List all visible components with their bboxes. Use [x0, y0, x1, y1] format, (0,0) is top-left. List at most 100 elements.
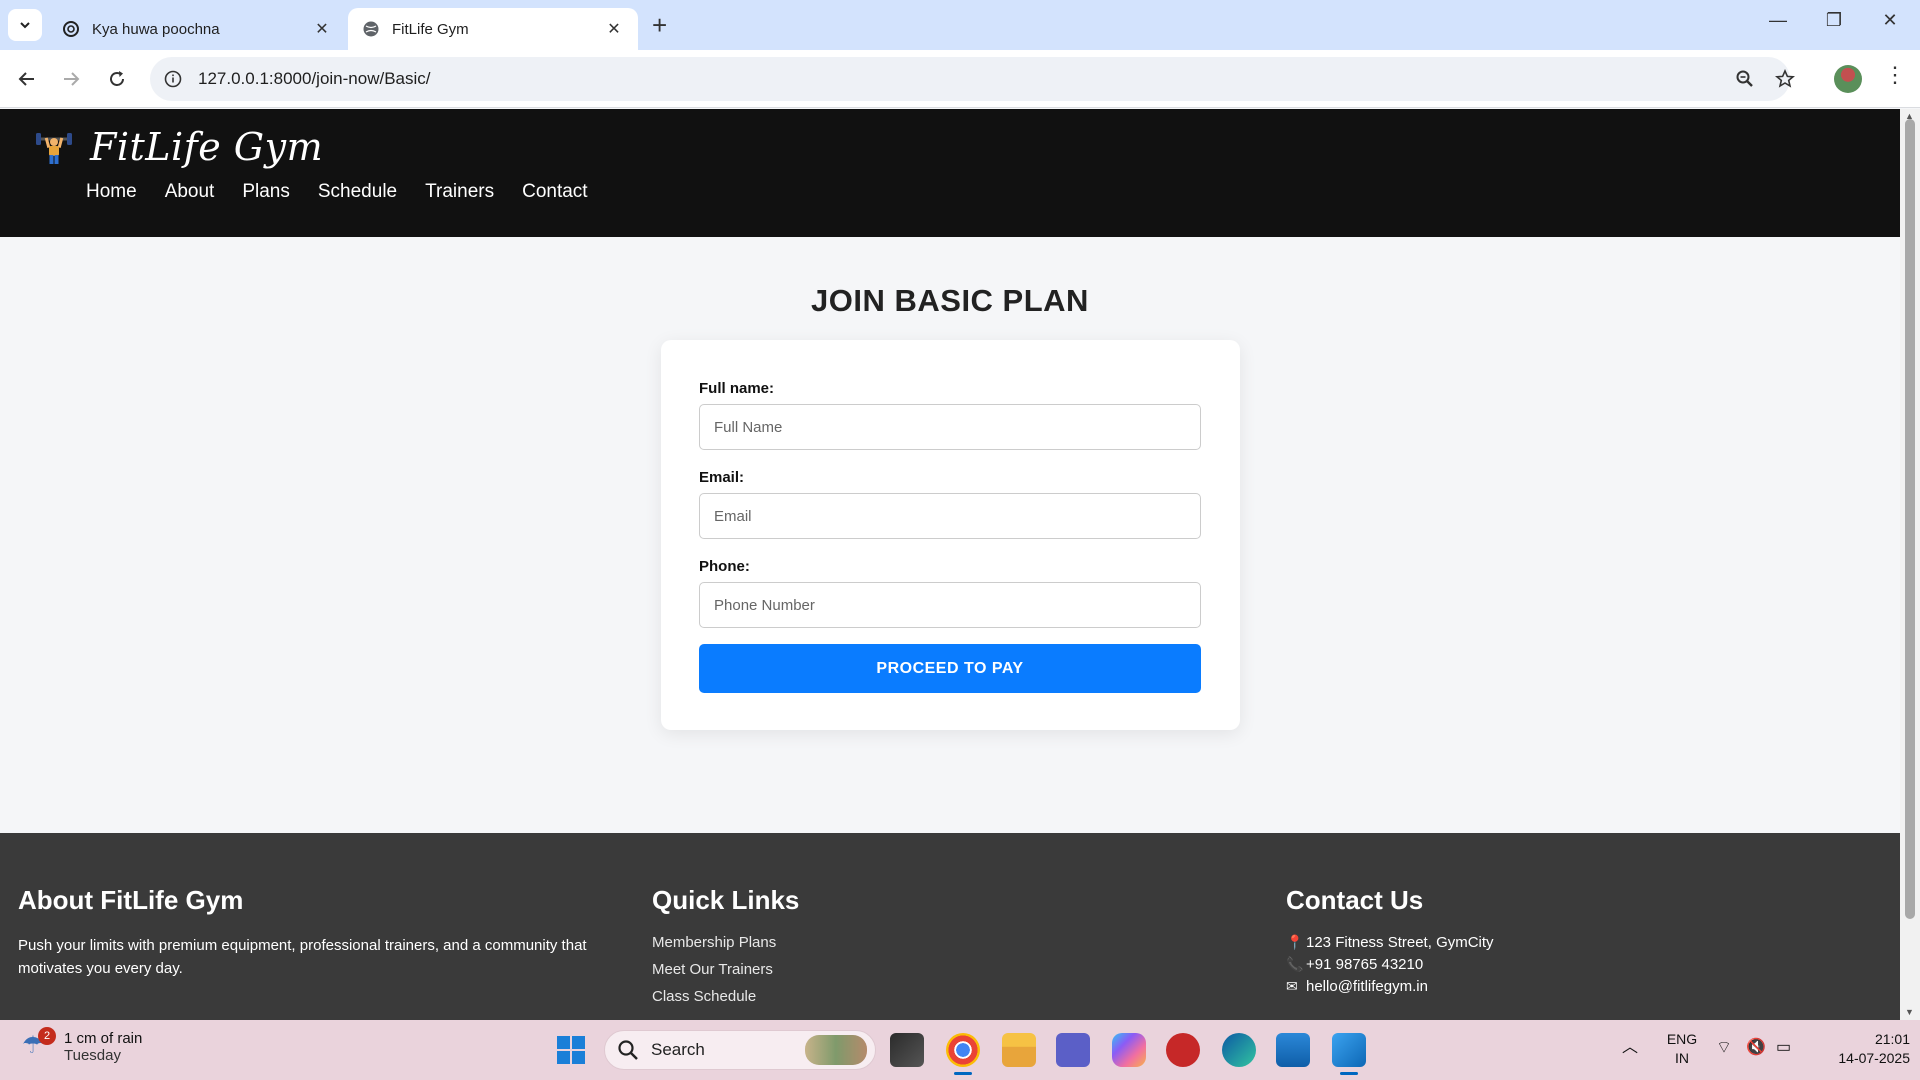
- volume-muted-icon[interactable]: 🔇: [1746, 1038, 1766, 1057]
- wifi-icon[interactable]: ⌔: [1716, 1038, 1732, 1057]
- reload-button[interactable]: [102, 64, 132, 94]
- contact-email: ✉ hello@fitlifegym.in: [1286, 978, 1686, 995]
- footer-link-meet-trainers[interactable]: Meet Our Trainers: [652, 961, 1052, 978]
- site-logo[interactable]: FitLife Gym: [34, 125, 323, 169]
- task-view-icon[interactable]: [890, 1033, 924, 1067]
- footer-contact: Contact Us 📍 123 Fitness Street, GymCity…: [1286, 885, 1686, 1000]
- minimize-icon[interactable]: —: [1758, 10, 1798, 31]
- phone-input[interactable]: [699, 582, 1201, 628]
- chevron-down-icon: [20, 22, 30, 29]
- system-clock[interactable]: 21:01 14-07-2025: [1810, 1030, 1910, 1068]
- browser-tab-strip: Kya huwa poochna ✕ FitLife Gym ✕ + — ❐ ✕: [0, 0, 1920, 50]
- footer-quick-links: Quick Links Membership Plans Meet Our Tr…: [652, 885, 1052, 1015]
- envelope-icon: ✉: [1286, 978, 1298, 994]
- nav-home[interactable]: Home: [86, 181, 137, 203]
- page-scrollbar[interactable]: ▲ ▼: [1900, 109, 1920, 1020]
- nav-schedule[interactable]: Schedule: [318, 181, 397, 203]
- restore-icon[interactable]: ❐: [1814, 10, 1854, 31]
- taskbar-search[interactable]: Search: [604, 1030, 876, 1070]
- weather-day: Tuesday: [64, 1047, 121, 1064]
- join-form: Full name: Email: Phone: PROCEED TO PAY: [661, 340, 1240, 730]
- full-name-input[interactable]: [699, 404, 1201, 450]
- bookmark-button[interactable]: [1770, 64, 1800, 94]
- openai-favicon-icon: [63, 21, 79, 37]
- footer-about-heading: About FitLife Gym: [18, 885, 244, 915]
- contact-address-text: 123 Fitness Street, GymCity: [1306, 934, 1494, 951]
- url-text: 127.0.0.1:8000/join-now/Basic/: [198, 69, 431, 88]
- browser-menu-icon[interactable]: ⋮: [1884, 62, 1906, 88]
- email-input[interactable]: [699, 493, 1201, 539]
- phone-icon: 📞: [1286, 956, 1304, 972]
- site-header: FitLife Gym Home About Plans Schedule Tr…: [0, 109, 1900, 237]
- weightlifter-icon: [36, 133, 72, 164]
- map-pin-icon: 📍: [1286, 934, 1304, 950]
- footer-about: About FitLife Gym Push your limits with …: [18, 885, 608, 980]
- zoom-button[interactable]: [1730, 64, 1760, 94]
- contact-phone: 📞 +91 98765 43210: [1286, 956, 1686, 973]
- back-arrow-icon: [18, 72, 34, 86]
- language-region: IN: [1675, 1050, 1689, 1066]
- clock-time: 21:01: [1874, 1031, 1910, 1047]
- forward-button[interactable]: [56, 64, 86, 94]
- weather-condition: 1 cm of rain: [64, 1030, 143, 1047]
- browser-tab-active[interactable]: FitLife Gym ✕: [348, 8, 638, 50]
- microsoft-store-icon[interactable]: [1276, 1033, 1310, 1067]
- nav-trainers[interactable]: Trainers: [425, 181, 494, 203]
- battery-icon[interactable]: ▭: [1776, 1038, 1791, 1057]
- footer-links-heading: Quick Links: [652, 885, 800, 915]
- antivirus-icon[interactable]: [1166, 1033, 1200, 1067]
- tab-title: FitLife Gym: [392, 20, 469, 38]
- taskbar-search-label: Search: [651, 1040, 705, 1059]
- vscode-icon[interactable]: [1332, 1033, 1366, 1075]
- profile-avatar[interactable]: [1834, 65, 1862, 93]
- site-info-icon[interactable]: [164, 70, 182, 88]
- close-window-icon[interactable]: ✕: [1870, 10, 1910, 31]
- site-footer: About FitLife Gym Push your limits with …: [0, 833, 1900, 1020]
- file-explorer-icon[interactable]: [1002, 1033, 1036, 1067]
- nav-contact[interactable]: Contact: [522, 181, 587, 203]
- scrollbar-thumb[interactable]: [1905, 119, 1915, 919]
- contact-address: 📍 123 Fitness Street, GymCity: [1286, 934, 1686, 951]
- email-label: Email:: [699, 469, 745, 486]
- chrome-icon[interactable]: [946, 1033, 980, 1075]
- contact-email-text[interactable]: hello@fitlifegym.in: [1306, 978, 1428, 995]
- show-hidden-icons-chevron-icon[interactable]: ︿: [1622, 1038, 1638, 1057]
- clock-date: 14-07-2025: [1838, 1050, 1910, 1066]
- scroll-down-arrow-icon[interactable]: ▼: [1905, 1007, 1914, 1017]
- page-viewport: FitLife Gym Home About Plans Schedule Tr…: [0, 109, 1900, 1020]
- search-highlight-image: [805, 1035, 867, 1065]
- close-tab-icon[interactable]: ✕: [604, 19, 624, 39]
- main-nav: Home About Plans Schedule Trainers Conta…: [86, 181, 616, 203]
- edge-icon[interactable]: [1222, 1033, 1256, 1067]
- tab-search-button[interactable]: [8, 9, 42, 41]
- proceed-to-pay-button[interactable]: PROCEED TO PAY: [699, 644, 1201, 693]
- reload-icon: [110, 71, 124, 86]
- footer-link-class-schedule[interactable]: Class Schedule: [652, 988, 1052, 1005]
- browser-toolbar: 127.0.0.1:8000/join-now/Basic/ ⋮: [0, 50, 1920, 108]
- address-bar[interactable]: 127.0.0.1:8000/join-now/Basic/: [150, 57, 1790, 101]
- contact-phone-text: +91 98765 43210: [1306, 956, 1424, 973]
- tab-title: Kya huwa poochna: [92, 20, 220, 38]
- footer-about-text: Push your limits with premium equipment,…: [18, 937, 587, 977]
- nav-plans[interactable]: Plans: [242, 181, 290, 203]
- teams-icon[interactable]: [1056, 1033, 1090, 1067]
- full-name-label: Full name:: [699, 380, 775, 397]
- globe-icon: [363, 21, 379, 37]
- copilot-icon[interactable]: [1112, 1033, 1146, 1067]
- back-button[interactable]: [12, 64, 42, 94]
- brand-name: FitLife Gym: [90, 125, 324, 169]
- new-tab-button[interactable]: +: [652, 10, 667, 40]
- nav-about[interactable]: About: [165, 181, 215, 203]
- weather-widget[interactable]: ☂ 2 1 cm of rain Tuesday: [22, 1027, 143, 1064]
- weather-badge: 2: [38, 1027, 56, 1045]
- browser-tab-inactive[interactable]: Kya huwa poochna ✕: [48, 8, 346, 50]
- search-icon: [618, 1040, 638, 1060]
- phone-label: Phone:: [699, 558, 750, 575]
- footer-contact-heading: Contact Us: [1286, 885, 1424, 915]
- star-icon: [1775, 69, 1795, 88]
- language-indicator[interactable]: ENG IN: [1662, 1030, 1702, 1068]
- windows-start-icon[interactable]: [556, 1035, 586, 1065]
- close-tab-icon[interactable]: ✕: [312, 19, 332, 39]
- language-code: ENG: [1666, 1031, 1698, 1047]
- footer-link-membership-plans[interactable]: Membership Plans: [652, 934, 1052, 951]
